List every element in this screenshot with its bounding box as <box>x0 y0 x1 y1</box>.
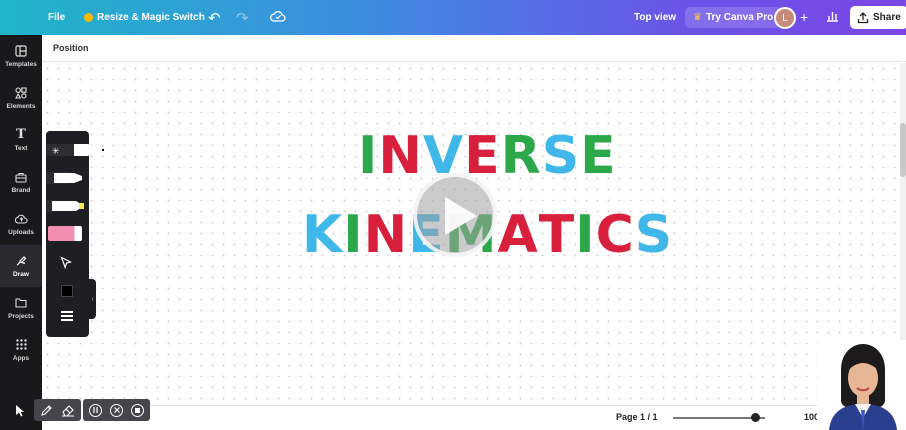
menu-icon[interactable] <box>16 10 30 15</box>
share-icon <box>857 11 869 23</box>
cloud-save-icon[interactable] <box>270 10 286 22</box>
share-button[interactable]: Share <box>850 6 906 29</box>
resize-magic-switch-button[interactable]: Resize & Magic Switch <box>84 12 205 23</box>
sidebar-item-draw[interactable]: Draw <box>0 245 42 287</box>
sidebar-label-text: Text <box>14 145 28 152</box>
title-letter: K <box>302 205 344 265</box>
apps-grid-icon <box>15 338 28 351</box>
video-play-button[interactable] <box>413 173 497 257</box>
sidebar-item-uploads[interactable]: Uploads <box>0 203 42 245</box>
title-letter: C <box>595 205 635 265</box>
file-label: File <box>48 12 66 23</box>
annotation-tools <box>34 399 81 421</box>
title-letter: T <box>538 205 576 265</box>
resize-label: Resize & Magic Switch <box>97 12 205 23</box>
share-label: Share <box>873 12 901 23</box>
elements-icon <box>15 86 28 99</box>
stop-icon[interactable] <box>131 403 144 417</box>
title-letter: I <box>343 205 364 265</box>
templates-icon <box>15 44 28 57</box>
title-letter: N <box>378 126 423 186</box>
collapse-panel-icon[interactable]: ‹ <box>89 279 96 319</box>
title-letter: I <box>575 205 596 265</box>
title-letter: N <box>363 205 409 265</box>
top-view-label: Top view <box>634 12 677 23</box>
insights-icon[interactable] <box>826 10 839 22</box>
title-letter: S <box>541 126 581 186</box>
cancel-icon[interactable] <box>110 403 123 417</box>
sidebar-label-uploads: Uploads <box>8 229 34 236</box>
sidebar-item-projects[interactable]: Projects <box>0 287 42 329</box>
sidebar-item-text[interactable]: T Text <box>0 119 42 161</box>
presenter-avatar <box>817 340 906 430</box>
scrollbar-thumb[interactable] <box>900 123 906 177</box>
select-arrow-icon[interactable] <box>60 256 72 269</box>
recording-toolbar <box>10 399 160 421</box>
title-letter: R <box>500 126 542 186</box>
sidebar-item-apps[interactable]: Apps <box>0 329 42 371</box>
add-people-icon[interactable]: + <box>800 9 808 25</box>
sidebar-label-templates: Templates <box>5 61 37 68</box>
sidebar-label-apps: Apps <box>12 355 30 362</box>
sidebar-label-brand: Brand <box>11 187 31 194</box>
sidebar-label-draw: Draw <box>13 271 29 278</box>
eraser-tool-icon[interactable] <box>48 226 82 241</box>
bottom-bar: Page 1 / 1 100 <box>42 405 906 430</box>
pause-icon[interactable] <box>89 403 102 417</box>
title-letter: E <box>580 126 617 186</box>
marker-tool-icon[interactable] <box>46 171 86 185</box>
title-inverse[interactable]: INVERSE <box>358 126 617 186</box>
folder-icon <box>15 296 28 309</box>
upload-cloud-icon <box>14 212 28 225</box>
title-letter: S <box>634 205 674 265</box>
stroke-settings-icon[interactable] <box>61 311 73 323</box>
play-icon <box>445 197 477 235</box>
zoom-slider-handle[interactable] <box>751 413 761 422</box>
redo-icon[interactable]: ↷ <box>236 9 249 27</box>
draw-tools-panel: ✳ ‹ <box>46 131 104 337</box>
draw-icon <box>15 254 28 267</box>
sidebar-item-templates[interactable]: Templates <box>0 35 42 77</box>
context-toolbar: Position <box>42 35 906 62</box>
undo-icon[interactable]: ↶ <box>208 9 221 27</box>
file-menu-button[interactable]: File <box>48 12 65 23</box>
title-letter: A <box>497 205 539 265</box>
crown-icon: ♛ <box>693 12 702 23</box>
text-icon: T <box>16 127 26 142</box>
recording-controls <box>83 399 150 421</box>
color-swatch[interactable] <box>61 285 73 297</box>
user-avatar[interactable]: L <box>774 7 796 29</box>
try-pro-label: Try Canva Pro <box>705 12 774 23</box>
top-view-button[interactable]: Top view <box>634 12 676 23</box>
pen-tool-icon[interactable]: ✳ <box>46 143 104 157</box>
position-button[interactable]: Position <box>53 43 89 53</box>
sidebar-item-elements[interactable]: Elements <box>0 77 42 119</box>
sidebar-label-elements: Elements <box>6 103 36 110</box>
svg-text:✳: ✳ <box>52 147 60 157</box>
magic-star-icon <box>84 13 93 22</box>
highlighter-tool-icon[interactable] <box>46 199 86 213</box>
brand-icon <box>15 170 28 183</box>
left-sidebar: Templates Elements T Text Brand Uploads … <box>0 35 42 430</box>
top-bar: File Resize & Magic Switch ↶ ↷ Top view … <box>0 0 906 35</box>
avatar-initial: L <box>782 12 788 24</box>
webcam-overlay <box>817 340 906 430</box>
try-canva-pro-button[interactable]: ♛ Try Canva Pro <box>685 7 782 28</box>
page-indicator[interactable]: Page 1 / 1 <box>616 412 658 422</box>
pencil-icon[interactable] <box>40 404 53 417</box>
sidebar-item-brand[interactable]: Brand <box>0 161 42 203</box>
sidebar-label-projects: Projects <box>8 313 34 320</box>
title-letter: I <box>358 126 379 186</box>
eraser-icon[interactable] <box>61 404 75 417</box>
cursor-icon[interactable] <box>10 399 30 421</box>
